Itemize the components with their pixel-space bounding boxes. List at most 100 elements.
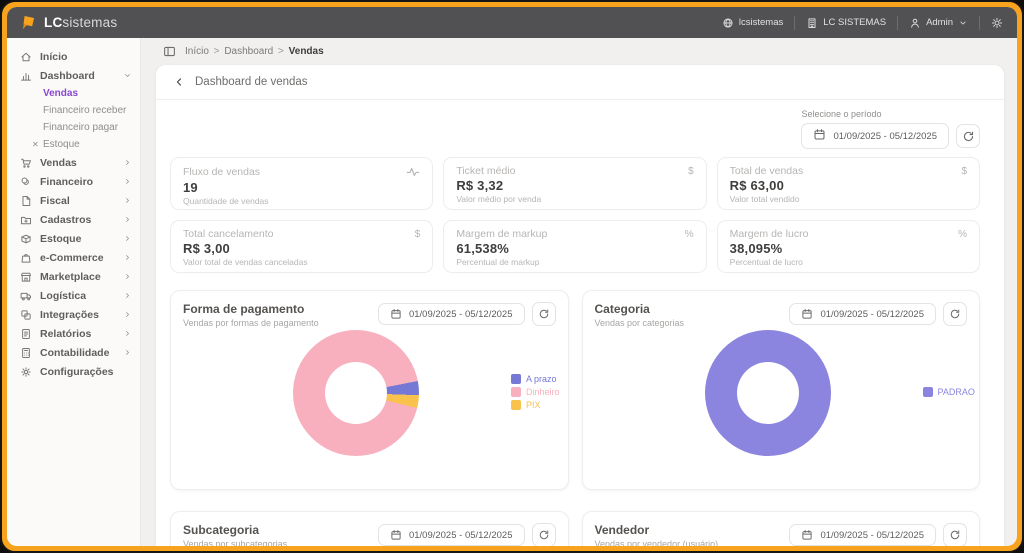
sidebar-subitem-financeiro-pagar[interactable]: Financeiro pagar	[7, 119, 140, 136]
topbar-divider	[979, 15, 980, 30]
sidebar-item-cadastros[interactable]: Cadastros	[7, 210, 140, 229]
sidebar-item-vendas[interactable]: Vendas	[7, 153, 140, 172]
legend-item[interactable]: Dinheiro	[511, 387, 560, 397]
calc-icon	[20, 347, 33, 359]
donut-chart[interactable]	[293, 330, 419, 456]
sidebar-subitem-vendas[interactable]: Vendas	[7, 85, 140, 102]
sidebar-item-configuracoes[interactable]: Configurações	[7, 362, 140, 381]
metric-value: 19	[183, 180, 198, 195]
sidebar-subitem-financeiro-receber[interactable]: Financeiro receber	[7, 102, 140, 119]
calendar-icon	[801, 529, 813, 541]
chevron-right-icon	[123, 310, 132, 319]
chart-refresh-button[interactable]	[943, 523, 967, 546]
breadcrumb-dashboard[interactable]: Dashboard	[224, 46, 273, 57]
truck-icon	[20, 290, 33, 302]
sidebar-subitem-estoque[interactable]: ✕ Estoque	[7, 136, 140, 153]
topbar-item-admin[interactable]: Admin	[909, 17, 968, 29]
sidebar-item-dashboard[interactable]: Dashboard	[7, 66, 140, 85]
box-icon	[20, 233, 33, 245]
period-refresh-button[interactable]	[956, 124, 980, 148]
cart-icon	[20, 157, 33, 169]
chart-legend: A prazo Dinheiro PIX	[511, 374, 560, 410]
lc-logo-icon	[22, 15, 35, 29]
legend-swatch	[511, 387, 521, 397]
chart-refresh-button[interactable]	[531, 302, 556, 326]
metric-value: 61,538%	[456, 241, 510, 256]
sidebar-toggle-icon[interactable]	[163, 45, 176, 58]
sidebar-item-marketplace[interactable]: Marketplace	[7, 267, 140, 286]
sidebar-item-financeiro[interactable]: Financeiro	[7, 172, 140, 191]
chart-date-input[interactable]: 01/09/2025 - 05/12/2025	[377, 303, 525, 325]
sidebar: Início Dashboard Vendas Financeiro receber F…	[7, 38, 141, 546]
dollar-icon: $	[414, 228, 421, 240]
period-toolbar: Selecione o período 01/09/2025 - 05/12/2…	[156, 100, 1004, 151]
chevron-right-icon	[123, 215, 132, 224]
back-button[interactable]	[172, 75, 186, 89]
chart-refresh-button[interactable]	[943, 302, 967, 326]
chevron-right-icon	[123, 234, 132, 243]
building-icon	[806, 17, 818, 29]
main-card: Dashboard de vendas Selecione o período …	[156, 65, 1004, 546]
legend-swatch	[922, 387, 933, 397]
sidebar-item-contabilidade[interactable]: Contabilidade	[7, 343, 140, 362]
legend-item[interactable]: PADRAO	[922, 387, 975, 397]
chart-card-subcategoria: Subcategoria Vendas por subcategorias 01/0…	[170, 511, 569, 546]
breadcrumb-vendas[interactable]: Vendas	[289, 46, 324, 57]
sidebar-item-relatorios[interactable]: Relatórios	[7, 324, 140, 343]
calendar-icon	[813, 128, 826, 144]
sidebar-item-logistica[interactable]: Logística	[7, 286, 140, 305]
nodes-icon	[20, 309, 33, 321]
topbar-item-lcsistemas[interactable]: lcsistemas	[722, 17, 783, 29]
brand-logo[interactable]: LCsistemas	[19, 14, 117, 32]
chart-date-input[interactable]: 01/09/2025 - 05/12/2025	[789, 303, 936, 325]
metric-card-total-cancelamento: Total cancelamento $ R$ 3,00 Valor total de…	[170, 220, 434, 273]
sidebar-item-integracoes[interactable]: Integrações	[7, 305, 140, 324]
chevron-right-icon	[123, 177, 132, 186]
chevron-right-icon	[123, 158, 132, 167]
topbar-item-sun[interactable]	[991, 17, 1003, 29]
dollar-icon: $	[688, 165, 694, 177]
metric-value: 38,095%	[729, 241, 783, 256]
activity-icon	[406, 165, 420, 179]
topbar-item-lc-sistemas[interactable]: LC SISTEMAS	[806, 17, 886, 29]
bullet-icon: ✕	[32, 140, 39, 149]
metric-value: R$ 3,00	[183, 241, 230, 256]
chevron-down-icon	[958, 18, 968, 28]
donut-chart[interactable]	[704, 330, 831, 456]
sidebar-item-inicio[interactable]: Início	[7, 47, 140, 66]
legend-swatch	[511, 374, 521, 384]
chart-cards: Forma de pagamento Vendas por formas de p…	[156, 273, 1004, 546]
sidebar-item-e-commerce[interactable]: e-Commerce	[7, 248, 140, 267]
breadcrumb: Início > Dashboard > Vendas	[141, 38, 1017, 65]
chart-date-input[interactable]: 01/09/2025 - 05/12/2025	[377, 524, 525, 546]
chevron-right-icon	[123, 253, 132, 262]
chevron-right-icon	[123, 196, 132, 205]
legend-item[interactable]: A prazo	[511, 374, 560, 384]
gear-icon	[20, 366, 33, 378]
sidebar-item-fiscal[interactable]: Fiscal	[7, 191, 140, 210]
percent-icon: %	[684, 228, 694, 240]
globe-icon	[722, 17, 734, 29]
window-frame: LCsistemas lcsistemas LC SISTEMAS Admin In…	[0, 0, 1024, 553]
breadcrumb-inicio[interactable]: Início	[185, 46, 209, 57]
folder-icon	[20, 214, 33, 226]
file-icon	[20, 195, 33, 207]
chevron-down-icon	[123, 71, 132, 80]
chart-legend: PADRAO	[922, 387, 975, 397]
sidebar-item-estoque[interactable]: Estoque	[7, 229, 140, 248]
topbar-divider	[794, 15, 796, 30]
report-icon	[20, 328, 33, 340]
legend-swatch	[511, 400, 521, 410]
store-icon	[20, 271, 33, 283]
period-date-input[interactable]: 01/09/2025 - 05/12/2025	[801, 123, 949, 149]
metric-cards: Fluxo de vendas 19 Quantidade de vendas Tic…	[156, 151, 1004, 273]
topbar-right: lcsistemas LC SISTEMAS Admin	[722, 15, 1003, 30]
legend-item[interactable]: PIX	[511, 400, 560, 410]
sun-icon	[991, 17, 1003, 29]
chart-card-vendedor: Vendedor Vendas por vendedor (usuário) 01/…	[581, 511, 980, 546]
chart-date-input[interactable]: 01/09/2025 - 05/12/2025	[789, 524, 936, 546]
chart-card-categoria: Categoria Vendas por categorias 01/09/2025…	[581, 290, 980, 490]
chart-refresh-button[interactable]	[531, 523, 556, 546]
chart-card-forma-de-pagamento: Forma de pagamento Vendas por formas de p…	[170, 290, 569, 490]
metric-card-ticket-medio: Ticket médio $ R$ 3,32 Valor médio por vend…	[443, 157, 707, 210]
